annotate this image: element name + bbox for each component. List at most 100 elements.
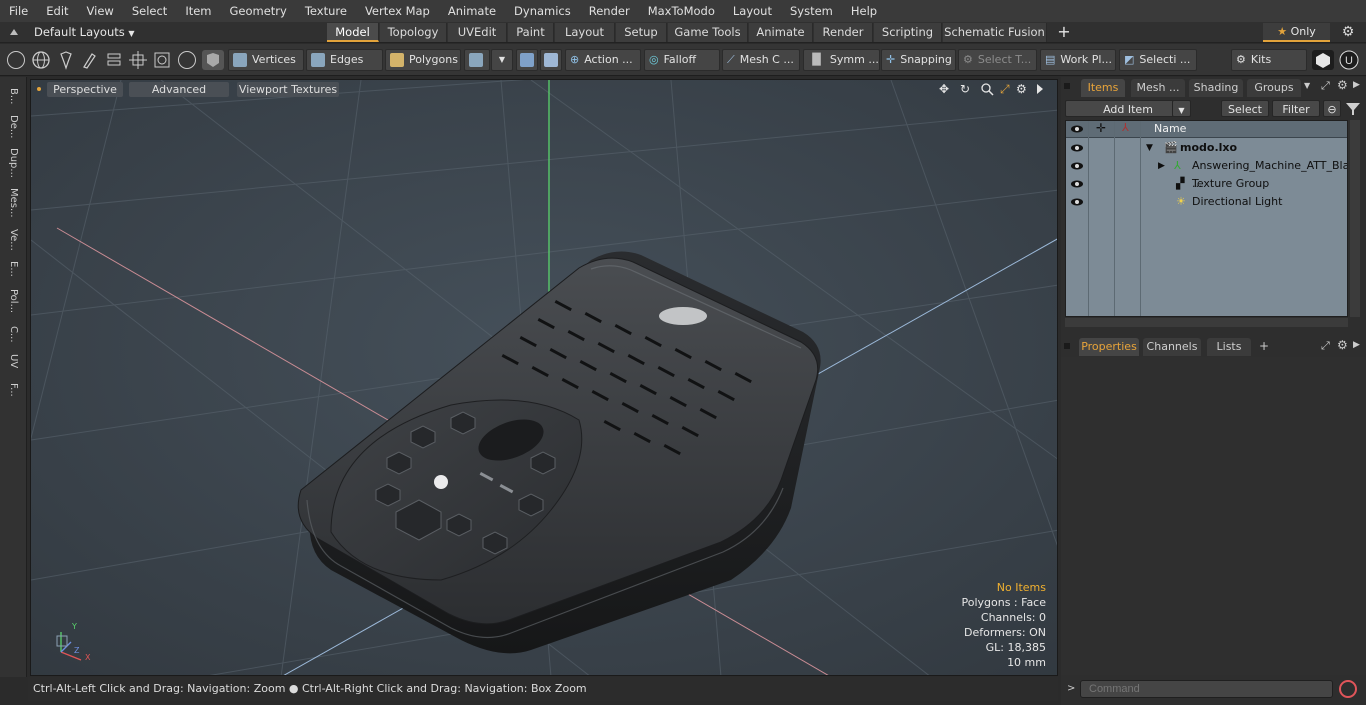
menu-layout[interactable]: Layout (724, 0, 781, 22)
menu-item[interactable]: Item (176, 0, 220, 22)
expand-panel-icon[interactable]: ⤢ (1321, 339, 1330, 353)
expand-arrow-icon[interactable]: ▼ (1146, 139, 1153, 157)
filter-button[interactable]: Filter (1272, 100, 1320, 117)
add-tab-button[interactable]: + (1056, 22, 1072, 42)
edges-button[interactable]: Edges (306, 49, 383, 71)
select-through-button[interactable]: ⚙ Select T... (958, 49, 1037, 71)
tab-mesh[interactable]: Mesh ... (1131, 79, 1185, 97)
eye-icon[interactable] (1070, 195, 1084, 209)
vertices-button[interactable]: Vertices (228, 49, 304, 71)
strip-tab-fusion[interactable]: F... (5, 375, 21, 405)
layout-preset-dropdown[interactable]: Default Layouts ▼ (34, 24, 135, 41)
perspective-button[interactable]: Perspective (47, 82, 123, 97)
tab-channels[interactable]: Channels (1143, 338, 1201, 356)
viewport-gear-icon[interactable]: ⚙ (1016, 82, 1030, 96)
mesh-constraint-button[interactable]: ⟋ Mesh C ... (722, 49, 800, 71)
menu-edit[interactable]: Edit (37, 0, 77, 22)
unreal-icon[interactable]: U (1338, 50, 1360, 70)
strip-tab-basic[interactable]: B... (5, 83, 21, 109)
tab-topology[interactable]: Topology (380, 23, 447, 42)
viewport-dot-icon[interactable] (37, 87, 41, 91)
symmetry-toggle-b[interactable] (540, 49, 562, 71)
eye-icon[interactable] (1070, 141, 1084, 155)
collapse-arrow-icon[interactable]: ▶ (1158, 157, 1165, 175)
strip-tab-vertex[interactable]: Ve... (5, 225, 21, 255)
select-circle-icon[interactable] (7, 51, 25, 69)
maximize-view-icon[interactable]: ⤢ (1000, 82, 1014, 96)
add-props-tab[interactable]: + (1259, 339, 1269, 353)
rotate-view-icon[interactable]: ↻ (960, 82, 974, 96)
strip-tab-curve[interactable]: C... (5, 321, 21, 347)
strip-tab-edge[interactable]: E... (5, 257, 21, 281)
mode-dropdown[interactable]: ▼ (491, 49, 513, 71)
lasso-icon[interactable] (57, 50, 75, 70)
viewport-menu-arrow-icon[interactable] (1035, 83, 1045, 95)
box-select-icon[interactable] (153, 50, 171, 70)
name-column-header[interactable]: Name (1154, 122, 1186, 135)
menu-view[interactable]: View (78, 0, 123, 22)
collapse-icon[interactable]: ⊖ (1323, 100, 1341, 117)
strip-tab-mesh-edit[interactable]: Mes... (5, 183, 21, 223)
add-item-dropdown[interactable]: ▼ (1172, 100, 1191, 117)
strip-tab-duplicate[interactable]: Dup... (5, 145, 21, 181)
tab-animate[interactable]: Animate (749, 23, 813, 42)
tab-groups[interactable]: Groups (1247, 79, 1301, 97)
tab-items[interactable]: Items (1081, 79, 1125, 97)
render-preview-icon[interactable] (1312, 50, 1334, 70)
viewport-textures-button[interactable]: Viewport Textures (237, 82, 339, 97)
3d-viewport[interactable]: Y X Z Perspective Advanced Viewport Text… (30, 79, 1058, 676)
strip-tab-deform[interactable]: De... (5, 111, 21, 143)
menu-texture[interactable]: Texture (296, 0, 356, 22)
menu-animate[interactable]: Animate (439, 0, 505, 22)
item-tree[interactable]: ✛ ⅄ Name ▼ 🎬 modo.lxo ▶ ⅄ Answering_Mach… (1065, 120, 1348, 317)
work-plane-button[interactable]: ▤ Work Pl... (1040, 49, 1116, 71)
chevron-down-icon[interactable]: ▼ (1304, 81, 1310, 90)
panel-gear-icon[interactable]: ⚙ (1337, 78, 1348, 92)
menu-system[interactable]: System (781, 0, 842, 22)
eye-icon[interactable] (1070, 177, 1084, 191)
symmetry-button[interactable]: ▐▌ Symm ... (803, 49, 880, 71)
tab-lists[interactable]: Lists (1207, 338, 1251, 356)
command-input[interactable] (1080, 680, 1333, 698)
menu-render[interactable]: Render (580, 0, 639, 22)
menu-file[interactable]: File (0, 0, 37, 22)
menu-select[interactable]: Select (123, 0, 176, 22)
tab-uvedit[interactable]: UVEdit (448, 23, 507, 42)
falloff-button[interactable]: ◎ Falloff (644, 49, 720, 71)
transform-icon[interactable] (129, 50, 147, 70)
tab-render[interactable]: Render (814, 23, 873, 42)
kits-button[interactable]: ⚙ Kits (1231, 49, 1307, 71)
item-mode-button[interactable] (464, 49, 490, 71)
shading-button[interactable]: Advanced (129, 82, 229, 97)
tab-model[interactable]: Model (327, 23, 379, 42)
viewport-scene[interactable] (31, 80, 1058, 676)
panel-gear-icon[interactable]: ⚙ (1337, 338, 1348, 352)
tab-setup[interactable]: Setup (616, 23, 667, 42)
shield-icon[interactable] (202, 50, 224, 70)
strip-tab-polygon[interactable]: Pol... (5, 283, 21, 319)
menu-help[interactable]: Help (842, 0, 886, 22)
tree-scrollbar[interactable] (1350, 120, 1360, 317)
tab-scripting[interactable]: Scripting (874, 23, 942, 42)
tab-properties[interactable]: Properties (1079, 338, 1139, 356)
funnel-icon[interactable] (1345, 101, 1361, 117)
expand-panel-icon[interactable]: ⤢ (1321, 79, 1330, 93)
eye-icon[interactable] (1070, 159, 1084, 173)
action-center-button[interactable]: ⊕ Action ... (565, 49, 641, 71)
zoom-view-icon[interactable] (980, 82, 994, 96)
select-button[interactable]: Select (1221, 100, 1269, 117)
tree-row-light[interactable]: ☀ Directional Light (1066, 193, 1347, 211)
tab-paint[interactable]: Paint (508, 23, 554, 42)
align-icon[interactable] (105, 50, 123, 70)
menu-vertex-map[interactable]: Vertex Map (356, 0, 439, 22)
panel-arrow-icon[interactable]: ▶ (1353, 80, 1360, 90)
selection-sets-button[interactable]: ◩ Selecti ... (1119, 49, 1197, 71)
tree-row-mesh[interactable]: ▶ ⅄ Answering_Machine_ATT_Bla ... (1066, 157, 1347, 190)
panel-menu-dot-icon[interactable] (1064, 83, 1070, 89)
snapping-button[interactable]: ✛ Snapping (881, 49, 956, 71)
tab-game-tools[interactable]: Game Tools (668, 23, 748, 42)
panel-arrow-icon[interactable]: ▶ (1353, 340, 1360, 350)
tab-schematic-fusion[interactable]: Schematic Fusion (943, 23, 1047, 42)
tab-layout[interactable]: Layout (555, 23, 615, 42)
globe-icon[interactable] (31, 50, 51, 70)
